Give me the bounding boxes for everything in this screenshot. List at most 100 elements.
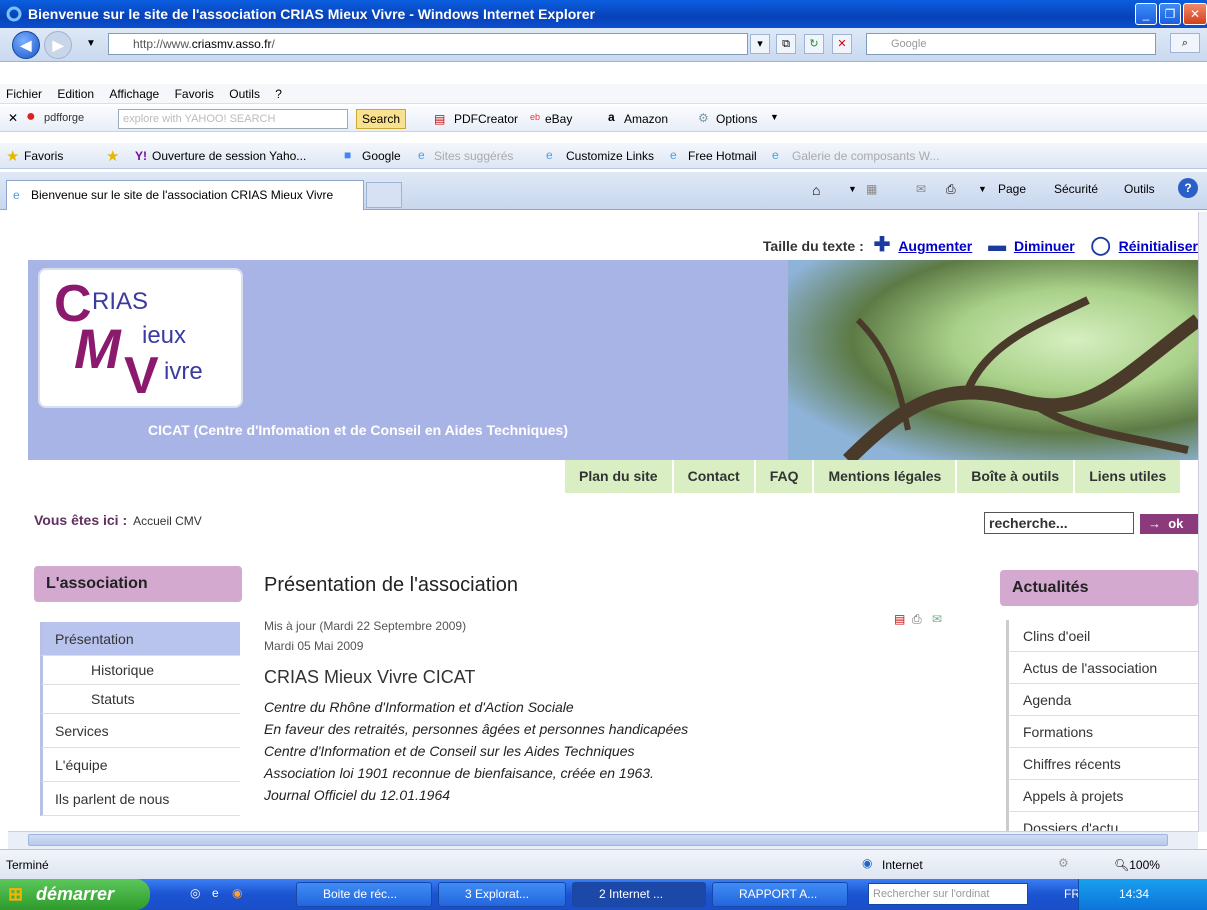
news-item[interactable]: Appels à projets [1006, 780, 1198, 812]
forward-button[interactable]: ▶ [44, 31, 72, 59]
amazon-icon: a [608, 110, 615, 124]
menu-tools[interactable]: Outils [229, 87, 260, 101]
tree-image [788, 260, 1198, 460]
news-item[interactable]: Chiffres récents [1006, 748, 1198, 780]
left-menu-history[interactable]: Historique [40, 656, 240, 685]
search-input[interactable]: Google [866, 33, 1156, 55]
news-item[interactable]: Formations [1006, 716, 1198, 748]
quicklaunch-ie-icon[interactable]: e [212, 886, 219, 900]
news-item[interactable]: Clins d'oeil [1006, 620, 1198, 652]
pdf-icon[interactable]: ▤ [894, 612, 905, 626]
fav-link-customize[interactable]: Customize Links [566, 149, 654, 163]
maximize-button[interactable]: ❐ [1159, 3, 1181, 25]
security-menu[interactable]: Sécurité [1054, 182, 1098, 196]
start-label: démarrer [36, 884, 115, 904]
help-icon[interactable]: ? [1178, 178, 1198, 198]
reset-text-link[interactable]: Réinitialiser [1119, 238, 1198, 254]
minimize-button[interactable]: _ [1135, 3, 1157, 25]
search-icon[interactable]: ⌕ [1170, 33, 1200, 53]
start-button[interactable]: ⊞ démarrer [0, 879, 150, 910]
task-mail[interactable]: Boite de réc... [296, 882, 432, 907]
fav-link-yahoo[interactable]: Ouverture de session Yaho... [152, 149, 306, 163]
new-tab-button[interactable] [366, 182, 402, 208]
stop-icon[interactable]: ✕ [832, 34, 852, 54]
left-menu-team[interactable]: L'équipe [40, 748, 240, 782]
article-title: Présentation de l'association [264, 574, 518, 596]
history-dropdown-icon[interactable]: ▼ [86, 38, 96, 49]
clock[interactable]: 14:34 [1119, 887, 1149, 901]
windows-logo-icon: ⊞ [8, 884, 24, 904]
close-toolbar-icon[interactable]: ✕ [8, 111, 18, 125]
scroll-thumb[interactable] [28, 834, 1168, 846]
menu-view[interactable]: Affichage [109, 87, 159, 101]
decrease-text-link[interactable]: Diminuer [1014, 238, 1075, 254]
site-search-input[interactable]: recherche... [984, 512, 1134, 534]
site-search-button[interactable]: → ok [1140, 514, 1198, 534]
nav-sitemap[interactable]: Plan du site [565, 460, 674, 493]
quicklaunch-icon[interactable]: ◎ [190, 886, 200, 900]
ebay-link[interactable]: eBay [545, 112, 572, 126]
print-icon[interactable]: ⎙ [946, 182, 956, 197]
favorites-button[interactable]: Favoris [24, 149, 63, 163]
increase-text-link[interactable]: Augmenter [898, 238, 972, 254]
close-button[interactable]: ✕ [1183, 3, 1207, 25]
news-item[interactable]: Actus de l'association [1006, 652, 1198, 684]
address-bar[interactable]: http://www.criasmv.asso.fr/ [108, 33, 748, 55]
nav-links[interactable]: Liens utiles [1075, 460, 1183, 493]
mail-icon[interactable]: ✉ [916, 182, 926, 196]
horizontal-scrollbar[interactable] [8, 831, 1198, 849]
vertical-scrollbar[interactable] [1198, 212, 1207, 832]
news-item[interactable]: Dossiers d'actu [1006, 812, 1198, 832]
amazon-link[interactable]: Amazon [624, 112, 668, 126]
email-icon[interactable]: ✉ [932, 612, 942, 626]
left-menu-services[interactable]: Services [40, 714, 240, 748]
pdfcreator-link[interactable]: PDFCreator [454, 112, 518, 126]
home-dropdown-icon[interactable]: ▼ [848, 184, 857, 194]
browser-tab[interactable]: e Bienvenue sur le site de l'association… [6, 180, 364, 210]
nav-legal[interactable]: Mentions légales [814, 460, 958, 493]
compatibility-icon[interactable]: ⧉ [776, 34, 796, 54]
page-menu[interactable]: Page [998, 182, 1026, 196]
desktop-search-input[interactable]: Rechercher sur l'ordinat [868, 883, 1028, 905]
nav-toolbox[interactable]: Boîte à outils [957, 460, 1076, 493]
fav-link-suggested[interactable]: Sites suggérés [434, 149, 513, 163]
menu-edit[interactable]: Edition [57, 87, 94, 101]
taskbar: ⊞ démarrer ◎ e ◉ Boite de réc... 3 Explo… [0, 879, 1207, 910]
nav-faq[interactable]: FAQ [755, 460, 815, 493]
task-rapport[interactable]: RAPPORT A... [712, 882, 848, 907]
task-explorer[interactable]: 3 Explorat... [438, 882, 566, 907]
options-dropdown-icon[interactable]: ▼ [770, 112, 779, 122]
fav-link-gallery[interactable]: Galerie de composants W... [792, 149, 939, 163]
site-tagline: CICAT (Centre d'Infomation et de Conseil… [148, 422, 568, 438]
home-icon[interactable]: ⌂ [812, 182, 820, 198]
add-favorite-icon[interactable]: ★ [106, 147, 119, 165]
menu-favorites[interactable]: Favoris [175, 87, 214, 101]
options-link[interactable]: Options [716, 112, 757, 126]
left-menu-press[interactable]: Ils parlent de nous [40, 782, 240, 816]
zoom-level[interactable]: 🔍︎100% [1114, 858, 1160, 872]
address-dropdown-icon[interactable]: ▾ [750, 34, 770, 54]
feed-icon[interactable]: ▦ [866, 182, 877, 196]
task-ie[interactable]: 2 Internet ... [572, 882, 706, 907]
nav-contact[interactable]: Contact [673, 460, 756, 493]
refresh-icon[interactable]: ↻ [804, 34, 824, 54]
article-line: Centre d'Information et de Conseil sur l… [264, 743, 635, 759]
breadcrumb-home-link[interactable]: Accueil CMV [133, 514, 202, 528]
yahoo-search-input[interactable]: explore with YAHOO! SEARCH [118, 109, 348, 129]
tools-menu[interactable]: Outils [1124, 182, 1155, 196]
left-menu-statutes[interactable]: Statuts [40, 685, 240, 714]
back-button[interactable]: ◀ [12, 31, 40, 59]
fav-link-hotmail[interactable]: Free Hotmail [688, 149, 757, 163]
menu-file[interactable]: Fichier [6, 87, 42, 101]
news-item[interactable]: Agenda [1006, 684, 1198, 716]
crias-logo[interactable]: C RIAS M ieux V ivre [38, 268, 243, 408]
menu-help[interactable]: ? [275, 87, 282, 101]
yahoo-search-button[interactable]: Search [356, 109, 406, 129]
print-icon[interactable]: ⎙ [912, 612, 922, 627]
print-dropdown-icon[interactable]: ▼ [978, 184, 987, 194]
quicklaunch-firefox-icon[interactable]: ◉ [232, 886, 242, 900]
pdfcreator-icon: ▤ [434, 112, 446, 126]
protected-mode-icon[interactable]: ⚙ [1058, 856, 1069, 870]
fav-link-google[interactable]: Google [362, 149, 401, 163]
left-menu-presentation[interactable]: Présentation [40, 622, 240, 656]
